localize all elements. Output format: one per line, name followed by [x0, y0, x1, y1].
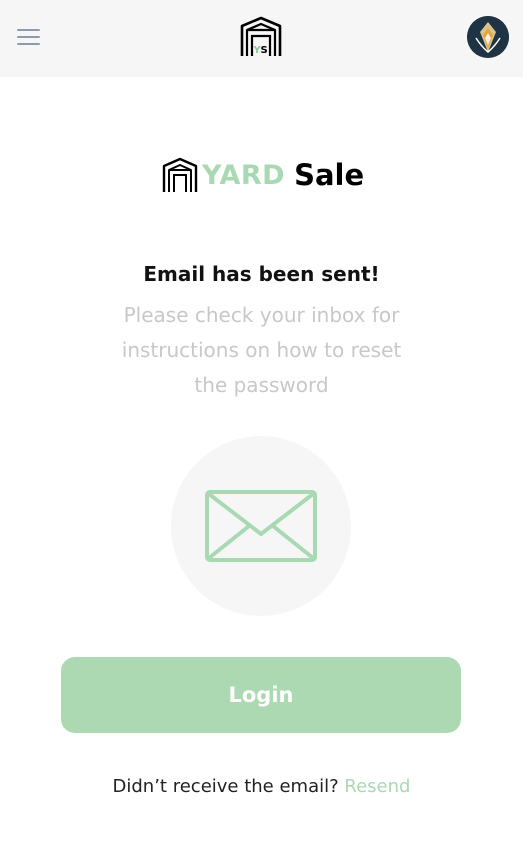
envelope-icon — [205, 490, 317, 562]
resend-link[interactable]: Resend — [344, 776, 410, 797]
avatar-image-icon — [467, 16, 509, 58]
instruction-message: Please check your inbox for instructions… — [121, 303, 402, 397]
brand-word-yard: YARD — [202, 159, 286, 191]
page-title: Email has been sent! — [143, 262, 380, 286]
top-bar: Y S — [0, 0, 523, 77]
resend-prompt: Didn’t receive the email? — [112, 776, 339, 797]
brand-word-sale: Sale — [294, 158, 365, 192]
yard-sale-logo-icon[interactable]: Y S — [240, 16, 282, 58]
garage-logo-icon — [162, 157, 198, 192]
resend-row: Didn’t receive the email? Resend — [0, 776, 523, 797]
login-button[interactable]: Login — [61, 657, 461, 733]
hamburger-menu-icon[interactable] — [17, 27, 41, 47]
brand-logo: YARD Sale — [162, 155, 364, 195]
svg-text:S: S — [261, 45, 268, 56]
envelope-illustration — [171, 436, 351, 616]
user-avatar[interactable] — [467, 16, 509, 58]
email-sent-screen: Y S YARD Sale Email has been sent! Pleas… — [0, 0, 523, 857]
